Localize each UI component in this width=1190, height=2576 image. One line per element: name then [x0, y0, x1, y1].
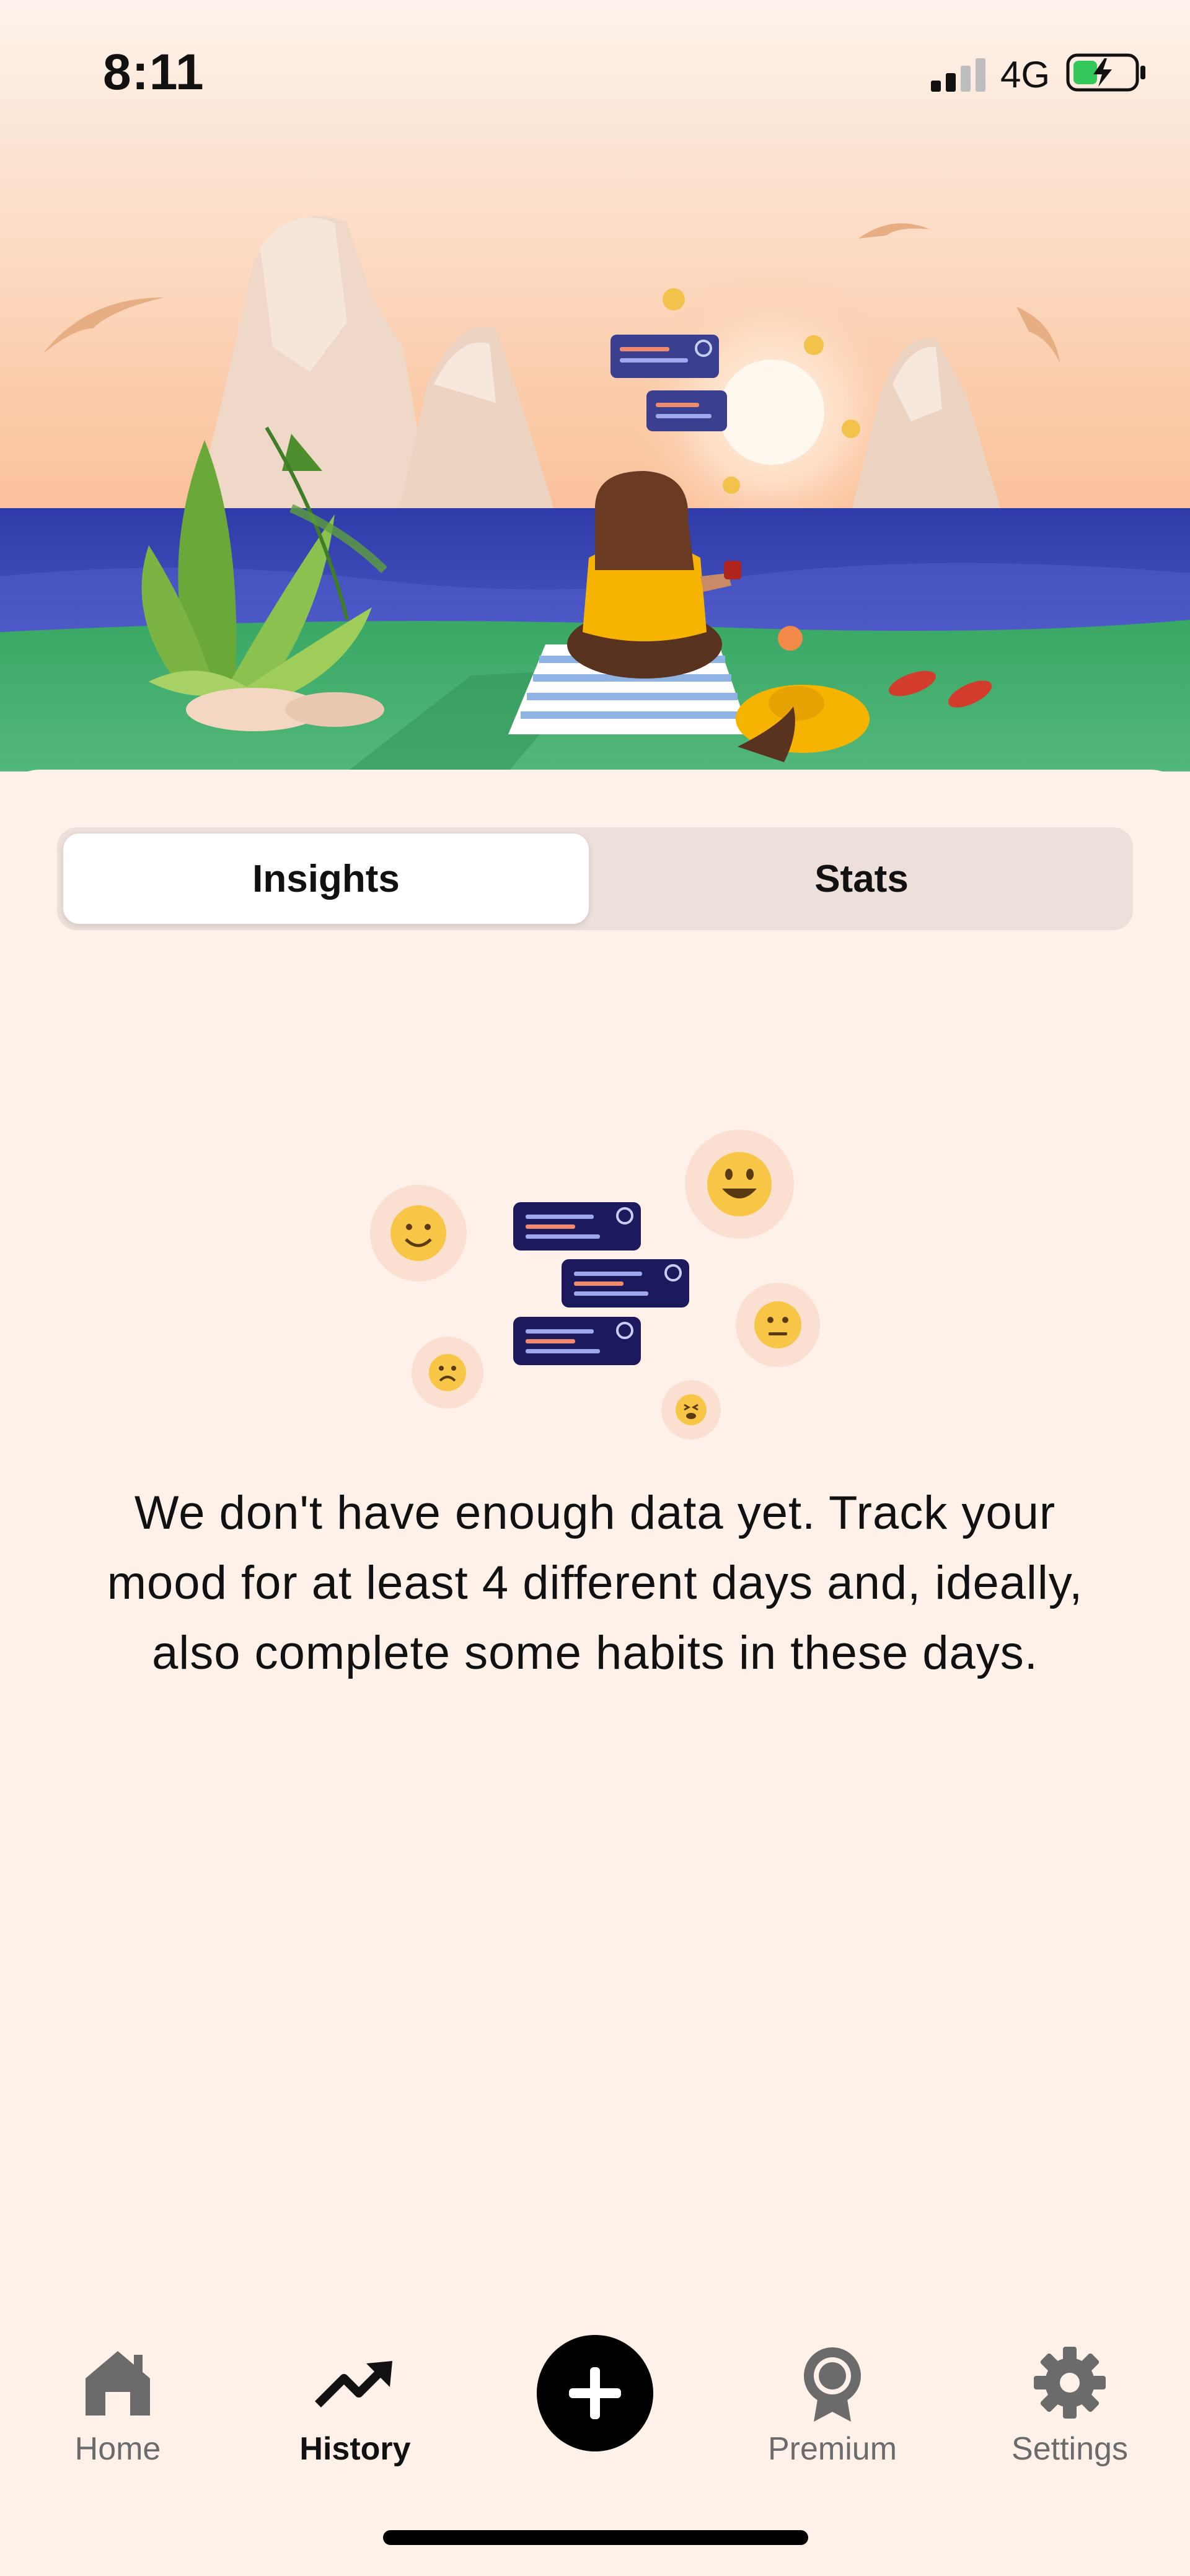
tab-home[interactable]: Home: [25, 2342, 211, 2468]
insights-stats-segmented-control: Insights Stats: [57, 827, 1133, 930]
entry-card-icon: [513, 1317, 641, 1365]
award-icon: [804, 2347, 861, 2422]
status-bar: 8:11 4G: [0, 0, 1190, 149]
battery-charging-icon: [1066, 53, 1145, 92]
weary-emoji-icon: [661, 1380, 721, 1440]
house-icon: [86, 2351, 150, 2416]
trending-up-icon: [315, 2361, 392, 2407]
tab-home-label: Home: [74, 2431, 161, 2467]
grin-emoji-icon: [685, 1130, 794, 1239]
tab-premium-label: Premium: [767, 2431, 897, 2467]
signal-strength-icon: [931, 58, 985, 92]
frown-emoji-icon: [412, 1337, 483, 1409]
tab-premium[interactable]: Premium: [739, 2342, 925, 2468]
entry-card-icon: [562, 1259, 689, 1308]
gear-icon: [1034, 2347, 1106, 2419]
tab-history-label: History: [299, 2431, 411, 2467]
empty-state-message: We don't have enough data yet. Track you…: [107, 1487, 1083, 1679]
tab-stats-label: Stats: [814, 857, 909, 900]
plus-icon: [569, 2367, 621, 2419]
smile-emoji-icon: [370, 1185, 467, 1281]
entry-card-icon: [513, 1202, 641, 1251]
tab-history[interactable]: History: [262, 2342, 448, 2468]
tab-stats[interactable]: Stats: [596, 833, 1127, 924]
network-type: 4G: [1000, 54, 1051, 95]
tab-insights[interactable]: Insights: [63, 833, 589, 924]
empty-state-illustration: [370, 1130, 820, 1440]
neutral-emoji-icon: [736, 1283, 820, 1367]
tab-settings-label: Settings: [1011, 2431, 1128, 2467]
status-time: 8:11: [103, 44, 205, 100]
tab-settings[interactable]: Settings: [977, 2342, 1163, 2468]
home-indicator: [383, 2530, 808, 2545]
add-entry-button[interactable]: [537, 2335, 653, 2451]
tab-insights-label: Insights: [252, 857, 400, 900]
